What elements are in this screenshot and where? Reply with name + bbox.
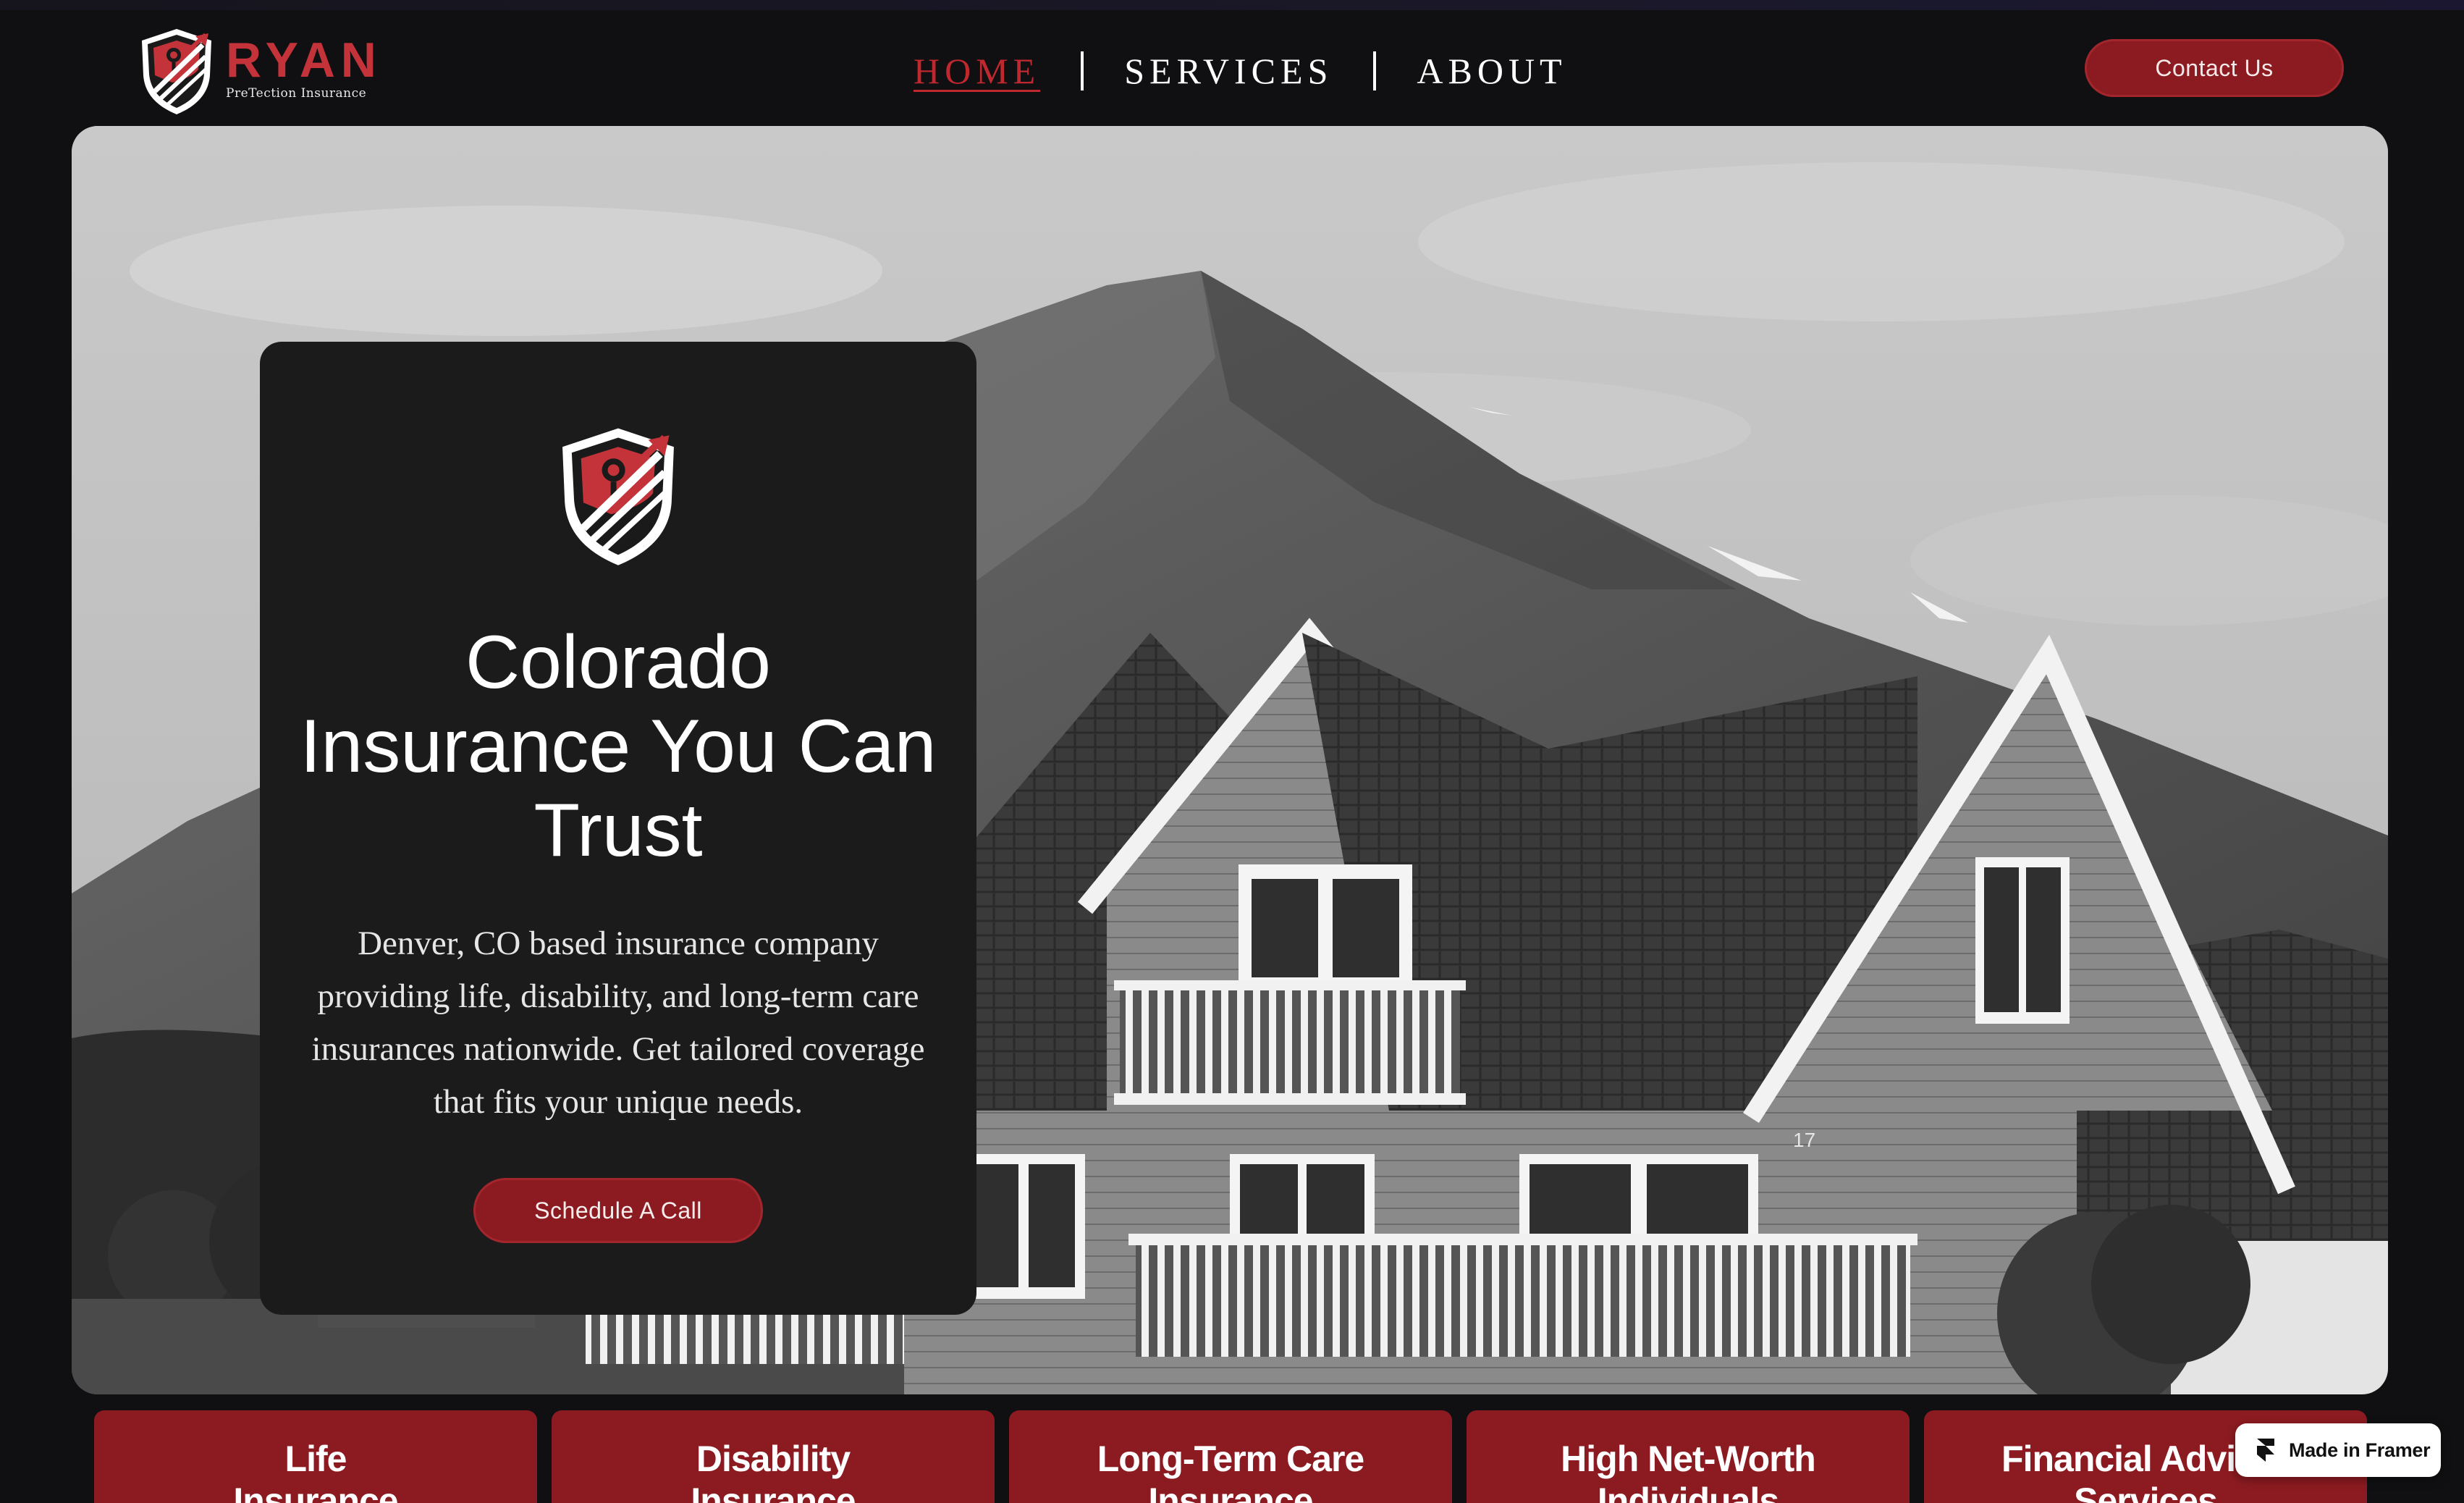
framer-icon: [2257, 1439, 2274, 1462]
service-card-long-term-care[interactable]: Long-Term Care Insurance: [1009, 1410, 1452, 1503]
made-in-framer-badge[interactable]: Made in Framer: [2235, 1423, 2441, 1477]
house-number: 17: [1793, 1129, 1815, 1151]
service-card-title: Disability: [696, 1439, 851, 1479]
nav-home-link[interactable]: HOME: [914, 50, 1040, 92]
shield-logo-icon: [142, 29, 211, 114]
service-card-title: Life: [284, 1439, 347, 1479]
brand-name: RYAN: [226, 33, 382, 88]
page: RYAN PreTection Insurance HOME SERVICES …: [0, 0, 2464, 1503]
main-nav: HOME SERVICES ABOUT: [914, 42, 1567, 100]
shield-logo-icon: [551, 421, 685, 571]
service-card-subtitle: Insurance: [1148, 1481, 1313, 1503]
service-card-high-net-worth[interactable]: High Net-Worth Individuals: [1467, 1410, 1910, 1503]
service-card-subtitle: Insurance: [233, 1481, 398, 1503]
hero-card: Colorado Insurance You Can Trust Denver,…: [260, 342, 976, 1315]
service-card-life[interactable]: Life Insurance: [94, 1410, 537, 1503]
nav-divider: [1081, 51, 1084, 90]
nav-divider: [1373, 51, 1377, 90]
schedule-call-button[interactable]: Schedule A Call: [473, 1178, 763, 1243]
service-card-title: Long-Term Care: [1097, 1439, 1364, 1479]
hero-section: 17 Colorado Insurance You Can Trust Denv…: [72, 126, 2388, 1394]
contact-us-button[interactable]: Contact Us: [2085, 39, 2344, 97]
service-card-title: High Net-Worth: [1561, 1439, 1816, 1479]
service-card-disability[interactable]: Disability Insurance: [552, 1410, 995, 1503]
service-card-subtitle: Services: [2074, 1481, 2218, 1503]
nav-services-link[interactable]: SERVICES: [1124, 50, 1333, 92]
nav-about-link[interactable]: ABOUT: [1417, 50, 1566, 92]
brand-logo[interactable]: RYAN PreTection Insurance: [136, 23, 382, 117]
hero-description: Denver, CO based insurance company provi…: [311, 925, 925, 1121]
hero-title: Colorado Insurance You Can Trust: [300, 620, 937, 872]
service-card-subtitle: Insurance: [691, 1481, 856, 1503]
brand-tagline: PreTection Insurance: [226, 86, 367, 101]
top-strip: [0, 0, 2464, 10]
service-card-subtitle: Individuals: [1597, 1481, 1779, 1503]
services-row: Life Insurance Disability Insurance Long-T…: [94, 1410, 2381, 1503]
framer-badge-label: Made in Framer: [2289, 1439, 2431, 1461]
